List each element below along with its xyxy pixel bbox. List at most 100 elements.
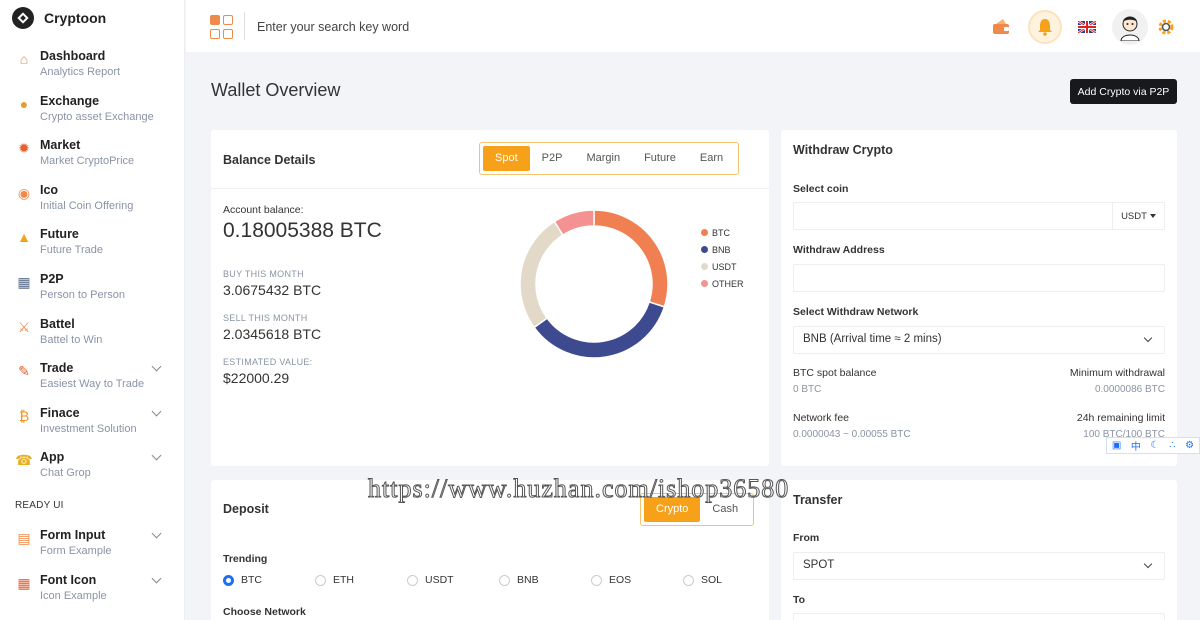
- radio-button[interactable]: [499, 574, 510, 586]
- legend-item-usdt: USDT: [701, 258, 744, 275]
- chinese-input-label[interactable]: 中: [1131, 438, 1141, 453]
- add-crypto-p2p-button[interactable]: Add Crypto via P2P: [1070, 79, 1177, 104]
- settings-gear-icon[interactable]: [1149, 10, 1183, 44]
- sidebar-item-subtitle: Crypto asset Exchange: [40, 110, 154, 123]
- notification-bell-icon[interactable]: [1028, 10, 1062, 44]
- min-withdraw-label: Minimum withdrawal: [1069, 367, 1165, 379]
- sidebar-item-app[interactable]: ☎ App Chat Grop: [0, 443, 184, 488]
- sidebar-item-battel[interactable]: ⚔ Battel Battel to Win: [0, 310, 184, 355]
- brand[interactable]: Cryptoon: [0, 0, 184, 36]
- tab-future[interactable]: Future: [632, 146, 688, 171]
- radio-sol[interactable]: SOL: [683, 574, 775, 586]
- radio-eth[interactable]: ETH: [315, 574, 407, 586]
- legend-swatch: [701, 280, 708, 287]
- dots-icon[interactable]: ∴: [1169, 440, 1175, 451]
- radio-usdt[interactable]: USDT: [407, 574, 499, 586]
- chevron-down-icon[interactable]: [151, 573, 162, 583]
- spot-balance-value: 0 BTC: [793, 384, 822, 395]
- legend-label: BTC: [712, 227, 730, 238]
- sidebar-item-trade[interactable]: ✎ Trade Easiest Way to Trade: [0, 354, 184, 399]
- battel-icon: ⚔: [17, 318, 31, 335]
- transfer-to-select[interactable]: [793, 613, 1165, 620]
- radio-button[interactable]: [315, 574, 326, 586]
- sidebar-item-p2p[interactable]: ▦ P2P Person to Person: [0, 265, 184, 310]
- withdraw-crypto-card: Withdraw Crypto Select coin USDT Withdra…: [781, 130, 1177, 466]
- chevron-down-icon[interactable]: [151, 528, 162, 539]
- chat-icon: ☎: [15, 452, 33, 469]
- tab-p2p[interactable]: P2P: [530, 146, 575, 171]
- sidebar-item-title: Dashboard: [40, 49, 106, 63]
- tab-cash[interactable]: Cash: [700, 497, 750, 522]
- bitcoin-icon: ₿: [18, 407, 30, 424]
- wallet-icon[interactable]: [984, 10, 1018, 44]
- account-balance-label: Account balance:: [223, 204, 304, 216]
- radio-bnb[interactable]: BNB: [499, 574, 591, 586]
- radio-eos[interactable]: EOS: [591, 574, 683, 586]
- brand-logo-icon: [12, 7, 34, 29]
- donut-slice-usdt[interactable]: [519, 220, 564, 329]
- radio-button[interactable]: [591, 574, 602, 586]
- form-icon: ▤: [17, 529, 31, 546]
- transfer-from-select[interactable]: SPOT: [793, 552, 1165, 580]
- sidebar-item-subtitle: Initial Coin Offering: [40, 199, 134, 212]
- exchange-icon: ●: [19, 95, 29, 112]
- sidebar-item-market[interactable]: ✹ Market Market CryptoPrice: [0, 131, 184, 176]
- donut-slice-bnb[interactable]: [533, 300, 666, 359]
- estimated-value: $22000.29: [223, 370, 290, 386]
- chevron-down-icon[interactable]: [151, 406, 162, 417]
- radio-label: BNB: [517, 574, 539, 586]
- chevron-down-icon[interactable]: [151, 450, 162, 461]
- sidebar-item-title: Finace: [40, 405, 80, 420]
- estimated-value-label: ESTIMATED VALUE:: [223, 357, 313, 367]
- sidebar-item-font-icon[interactable]: ▦ Font Icon Icon Example: [0, 566, 184, 611]
- donut-slice-other[interactable]: [553, 209, 595, 237]
- expand-icon[interactable]: ▣: [1112, 440, 1121, 451]
- sidebar-item-title: Battel: [40, 316, 75, 331]
- donut-slice-btc[interactable]: [593, 209, 669, 308]
- chevron-down-icon[interactable]: [151, 361, 162, 372]
- radio-button[interactable]: [407, 574, 418, 586]
- coin-amount-field[interactable]: USDT: [793, 202, 1165, 230]
- deposit-tab-group: Crypto Cash: [640, 493, 755, 526]
- tab-margin[interactable]: Margin: [574, 146, 632, 171]
- apps-grid-icon[interactable]: [210, 15, 234, 39]
- sidebar-item-dashboard[interactable]: ⌂ Dashboard Analytics Report: [0, 42, 184, 87]
- legend-label: BNB: [712, 244, 731, 255]
- sidebar-item-subtitle: Icon Example: [40, 589, 107, 602]
- sidebar-item-subtitle: Chat Grop: [40, 467, 91, 480]
- tab-spot[interactable]: Spot: [483, 146, 530, 171]
- withdraw-network-select[interactable]: BNB (Arrival time ≈ 2 mins): [793, 326, 1165, 354]
- sidebar-item-finace[interactable]: ₿ Finace Investment Solution: [0, 399, 184, 444]
- search-input[interactable]: [257, 16, 557, 38]
- tab-crypto[interactable]: Crypto: [644, 497, 701, 522]
- trending-label: Trending: [223, 553, 268, 565]
- sidebar-item-form-input[interactable]: ▤ Form Input Form Example: [0, 521, 184, 566]
- sidebar-item-exchange[interactable]: ● Exchange Crypto asset Exchange: [0, 87, 184, 132]
- radio-button[interactable]: [223, 574, 234, 586]
- gear-icon[interactable]: ⚙: [1185, 440, 1194, 451]
- sidebar-item-title: Future: [40, 227, 79, 242]
- floating-mini-toolbar[interactable]: ▣ 中 ☾ ∴ ⚙: [1106, 437, 1200, 454]
- radio-label: ETH: [333, 574, 354, 586]
- uk-flag-icon[interactable]: [1070, 10, 1104, 44]
- coin-select-dropdown[interactable]: USDT: [1112, 203, 1164, 229]
- sidebar-item-title: App: [40, 450, 65, 465]
- user-avatar[interactable]: [1112, 9, 1148, 45]
- sidebar-item-future[interactable]: ▲ Future Future Trade: [0, 220, 184, 265]
- chevron-down-icon: [1143, 333, 1153, 343]
- radio-btc[interactable]: BTC: [223, 574, 315, 586]
- sidebar-item-title: Trade: [40, 361, 74, 376]
- withdraw-address-field[interactable]: [793, 264, 1165, 292]
- brand-name: Cryptoon: [44, 10, 107, 26]
- sidebar-item-ico[interactable]: ◉ Ico Initial Coin Offering: [0, 176, 184, 221]
- legend-swatch: [701, 229, 708, 236]
- coin-select-value: USDT: [1121, 210, 1147, 222]
- tab-earn[interactable]: Earn: [688, 146, 735, 171]
- buy-month-value: 3.0675432 BTC: [223, 282, 322, 298]
- spot-balance-label: BTC spot balance: [793, 367, 877, 379]
- section-label-ready-ui: READY UI: [15, 499, 64, 511]
- radio-button[interactable]: [683, 574, 694, 586]
- sidebar: Cryptoon ⌂ Dashboard Analytics Report ● Exch…: [0, 0, 185, 620]
- moon-icon[interactable]: ☾: [1151, 440, 1160, 451]
- deposit-title: Deposit: [223, 502, 269, 516]
